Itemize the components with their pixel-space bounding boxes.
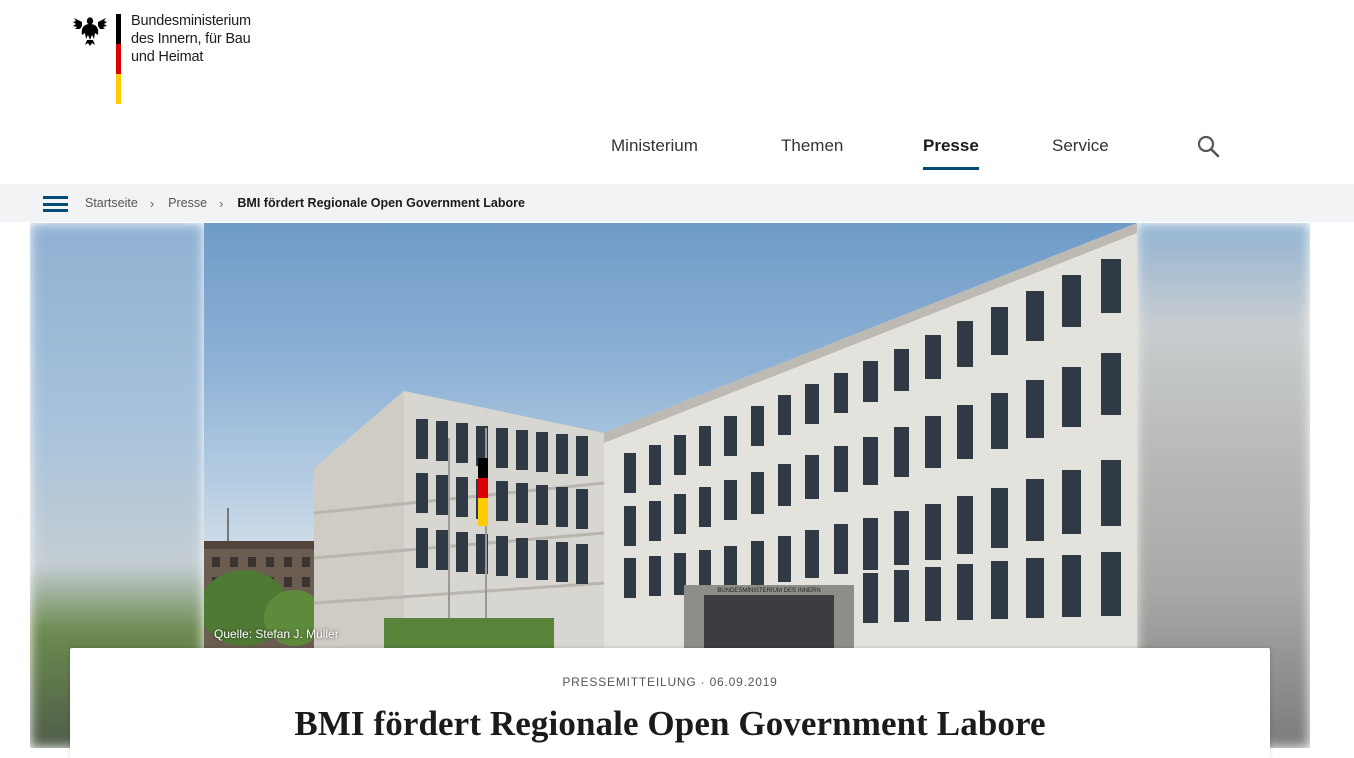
nav-item-service[interactable]: Service — [1052, 134, 1109, 170]
nav-item-themen[interactable]: Themen — [781, 134, 843, 170]
breadcrumb: Startseite › Presse › BMI fördert Region… — [85, 184, 525, 222]
ministry-name-line-2: des Innern, für Bau — [131, 31, 251, 47]
breadcrumb-current: BMI fördert Regionale Open Government La… — [237, 196, 525, 210]
federal-eagle-icon — [73, 17, 107, 46]
search-button[interactable] — [1196, 134, 1222, 160]
article-title: BMI fördert Regionale Open Government La… — [294, 704, 1046, 743]
ministry-logo[interactable]: Bundesministerium des Innern, für Bau un… — [72, 12, 251, 104]
building-sign: BUNDESMINISTERIUM DES INNERN — [717, 588, 820, 594]
nav-item-ministerium[interactable]: Ministerium — [611, 134, 698, 170]
search-icon — [1197, 135, 1220, 158]
building-illustration: BUNDESMINISTERIUM DES INNERN — [204, 223, 1137, 648]
flag-stripe — [116, 14, 121, 104]
breadcrumb-startseite[interactable]: Startseite — [85, 196, 138, 210]
ministry-name-line-3: und Heimat — [131, 49, 204, 65]
breadcrumb-bar: Startseite › Presse › BMI fördert Region… — [0, 184, 1354, 222]
image-caption: Quelle: Stefan J. Müller — [214, 627, 339, 641]
nav-item-presse[interactable]: Presse — [923, 134, 979, 170]
ministry-name-line-1: Bundesministerium — [131, 13, 251, 29]
breadcrumb-presse[interactable]: Presse — [168, 196, 207, 210]
chevron-right-icon: › — [219, 195, 224, 211]
ministry-building-photo: BUNDESMINISTERIUM DES INNERN — [204, 223, 1137, 648]
article-header-card: PRESSEMITTEILUNG · 06.09.2019 BMI förder… — [70, 648, 1270, 758]
hamburger-icon[interactable] — [43, 196, 68, 212]
ministry-name: Bundesministerium des Innern, für Bau un… — [131, 12, 281, 66]
chevron-right-icon: › — [149, 195, 155, 211]
main-navigation: Ministerium Themen Presse Service — [0, 134, 1354, 174]
article-meta: PRESSEMITTEILUNG · 06.09.2019 — [562, 675, 778, 689]
